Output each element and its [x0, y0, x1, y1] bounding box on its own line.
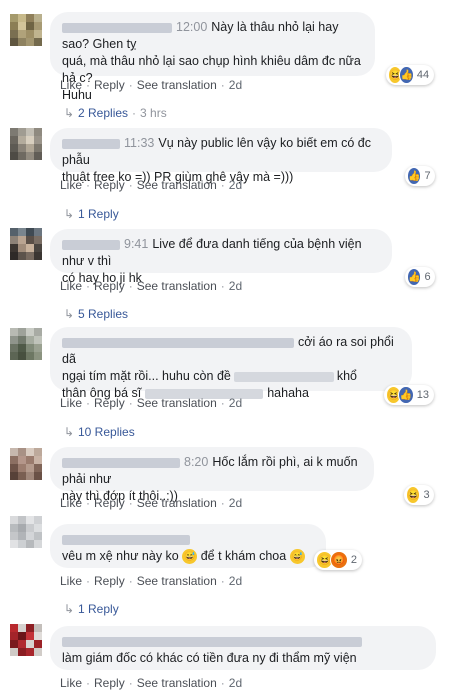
comment-bubble: 9:41 Live để đưa danh tiếng của bệnh viện… [50, 229, 392, 285]
comment-time: 12:00 [176, 20, 208, 34]
avatar[interactable] [10, 228, 42, 260]
like-link[interactable]: Like [60, 574, 82, 588]
reactions[interactable]: 😆 😡 2 [314, 550, 362, 570]
view-replies-link[interactable]: ↳ 1 Reply [64, 602, 119, 616]
see-translation-link[interactable]: See translation [137, 178, 217, 192]
see-translation-link[interactable]: See translation [137, 574, 217, 588]
avatar[interactable] [10, 624, 42, 656]
comment-actions: Like · Reply · See translation · 2d [60, 279, 243, 293]
like-icon: 👍 [398, 386, 414, 404]
reply-link[interactable]: Reply [94, 279, 125, 293]
see-translation-link[interactable]: See translation [137, 676, 217, 690]
comment-actions: Like · Reply · See translation · 2d [60, 178, 243, 192]
comment-actions: Like · Reply · See translation · 2d [60, 676, 243, 690]
comment-time: 11:33 [124, 136, 155, 150]
reply-link[interactable]: Reply [94, 396, 125, 410]
reply-arrow-icon: ↳ [64, 106, 75, 120]
avatar[interactable] [10, 328, 42, 360]
reactions[interactable]: 👍 6 [405, 267, 435, 287]
like-icon: 👍 [407, 268, 422, 286]
author-name[interactable] [62, 534, 190, 545]
avatar[interactable] [10, 128, 42, 160]
comment-actions: Like · Reply · See translation · 2d [60, 78, 243, 92]
see-translation-link[interactable]: See translation [137, 78, 217, 92]
like-link[interactable]: Like [60, 396, 82, 410]
comment-actions: Like · Reply · See translation · 2d [60, 496, 243, 510]
like-link[interactable]: Like [60, 496, 82, 510]
comment-time: 9:41 [124, 237, 149, 251]
emoji-icon: 😅 [182, 549, 198, 565]
author-name[interactable] [62, 138, 120, 149]
reply-link[interactable]: Reply [94, 496, 125, 510]
see-translation-link[interactable]: See translation [137, 396, 217, 410]
comment-age: 2d [228, 676, 243, 690]
blurred-text [233, 371, 334, 382]
reply-arrow-icon: ↳ [64, 307, 75, 321]
comment-age: 2d [228, 396, 243, 410]
comment-age: 2d [228, 279, 243, 293]
haha-icon: 😆 [406, 486, 421, 504]
like-link[interactable]: Like [60, 676, 82, 690]
comment-bubble: 11:33 Vụ này public lên vậy ko biết em có… [50, 128, 392, 184]
author-name[interactable] [62, 22, 172, 33]
like-link[interactable]: Like [60, 178, 82, 192]
reactions[interactable]: 😆 👍 13 [384, 385, 434, 405]
comment-time: 8:20 [184, 455, 209, 469]
like-icon: 👍 [399, 66, 414, 84]
author-name[interactable] [62, 337, 294, 348]
view-replies-link[interactable]: ↳ 2 Replies · 3 hrs [64, 106, 167, 120]
view-replies-link[interactable]: ↳ 10 Replies [64, 425, 135, 439]
reactions[interactable]: 😆 👍 44 [386, 65, 434, 85]
comment-age: 2d [228, 496, 243, 510]
comment-bubble: vêu m xệ như này ko 😅 để t khám choa 😅 [50, 524, 326, 568]
avatar[interactable] [10, 448, 42, 480]
reply-arrow-icon: ↳ [64, 425, 75, 439]
comment-text: làm giám đốc có khác có tiền đưa ny đi t… [62, 651, 357, 665]
see-translation-link[interactable]: See translation [137, 496, 217, 510]
view-replies-link[interactable]: ↳ 1 Reply [64, 207, 119, 221]
reply-link[interactable]: Reply [94, 78, 125, 92]
author-name[interactable] [62, 636, 362, 647]
like-link[interactable]: Like [60, 279, 82, 293]
author-name[interactable] [62, 239, 120, 250]
reactions[interactable]: 👍 7 [405, 166, 435, 186]
author-name[interactable] [62, 457, 180, 468]
reply-arrow-icon: ↳ [64, 602, 75, 616]
comment-age: 2d [228, 574, 243, 588]
avatar[interactable] [10, 516, 42, 548]
comment-text: ngại tím mặt rồi... huhu còn đề [62, 369, 231, 383]
comment-text: khổ [336, 369, 357, 383]
comment-bubble: làm giám đốc có khác có tiền đưa ny đi t… [50, 626, 436, 670]
reply-arrow-icon: ↳ [64, 207, 75, 221]
comment-text: hahaha [267, 386, 309, 400]
see-translation-link[interactable]: See translation [137, 279, 217, 293]
reply-link[interactable]: Reply [94, 178, 125, 192]
emoji-icon: 😅 [289, 549, 305, 565]
reply-link[interactable]: Reply [94, 574, 125, 588]
comment-text: vêu m xệ như này ko [62, 549, 179, 563]
angry-icon: 😡 [330, 551, 348, 569]
reactions[interactable]: 😆 3 [404, 485, 434, 505]
comment-age: 2d [228, 178, 243, 192]
like-link[interactable]: Like [60, 78, 82, 92]
view-replies-link[interactable]: ↳ 5 Replies [64, 307, 128, 321]
comment-text: để t khám choa [200, 549, 287, 563]
comment-age: 2d [228, 78, 243, 92]
comment-bubble: 8:20 Hốc lắm rồi phì, ai k muốn phải như … [50, 447, 374, 503]
comment-bubble: 12:00 Này là thâu nhỏ lại hay sao? Ghen t… [50, 12, 375, 102]
avatar[interactable] [10, 14, 42, 46]
comment-actions: Like · Reply · See translation · 2d [60, 396, 243, 410]
reply-link[interactable]: Reply [94, 676, 125, 690]
comment-bubble: cởi áo ra soi phổi dã ngại tím mặt rồi..… [50, 327, 412, 400]
like-icon: 👍 [407, 167, 422, 185]
comment-actions: Like · Reply · See translation · 2d [60, 574, 243, 588]
